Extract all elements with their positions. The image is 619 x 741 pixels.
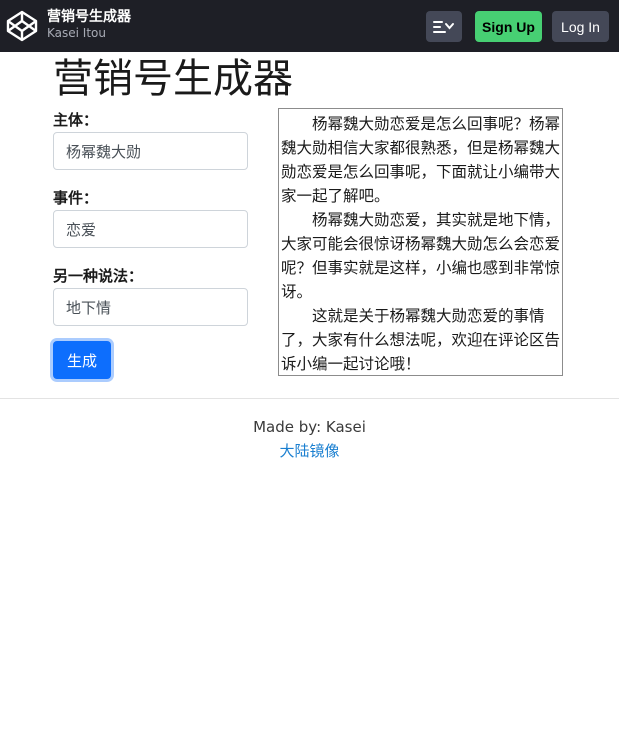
alt-phrase-label: 另一种说法：	[53, 267, 144, 285]
app-author[interactable]: Kasei Itou	[47, 26, 106, 40]
page-title: 营销号生成器	[53, 56, 293, 102]
footer-divider	[0, 398, 619, 399]
output-text-box[interactable]: 杨幂魏大勋恋爱是怎么回事呢？杨幂魏大勋相信大家都很熟悉，但是杨幂魏大勋恋爱是怎么…	[278, 108, 563, 376]
view-toggle-button[interactable]	[426, 11, 462, 42]
log-in-button[interactable]: Log In	[552, 11, 609, 42]
made-by-text: Made by: Kasei	[253, 418, 366, 436]
output-paragraph: 杨幂魏大勋恋爱是怎么回事呢？杨幂魏大勋相信大家都很熟悉，但是杨幂魏大勋恋爱是怎么…	[281, 115, 561, 205]
view-toggle-icon	[433, 20, 454, 33]
sign-up-button[interactable]: Sign Up	[475, 11, 542, 42]
codepen-logo-icon[interactable]	[6, 10, 38, 42]
mirror-link[interactable]: 大陆镜像	[0, 441, 619, 461]
app-title: 营销号生成器	[47, 9, 131, 25]
generate-button[interactable]: 生成	[53, 341, 111, 379]
alt-phrase-input[interactable]	[53, 288, 248, 326]
event-label: 事件：	[53, 189, 99, 207]
subject-input[interactable]	[53, 132, 248, 170]
event-input[interactable]	[53, 210, 248, 248]
subject-label: 主体：	[53, 111, 99, 129]
top-bar: 营销号生成器 Kasei Itou Sign Up Log In	[0, 0, 619, 52]
output-paragraph: 这就是关于杨幂魏大勋恋爱的事情了，大家有什么想法呢，欢迎在评论区告诉小编一起讨论…	[281, 307, 561, 373]
output-paragraph: 杨幂魏大勋恋爱，其实就是地下情，大家可能会很惊讶杨幂魏大勋怎么会恋爱呢？但事实就…	[281, 211, 561, 301]
